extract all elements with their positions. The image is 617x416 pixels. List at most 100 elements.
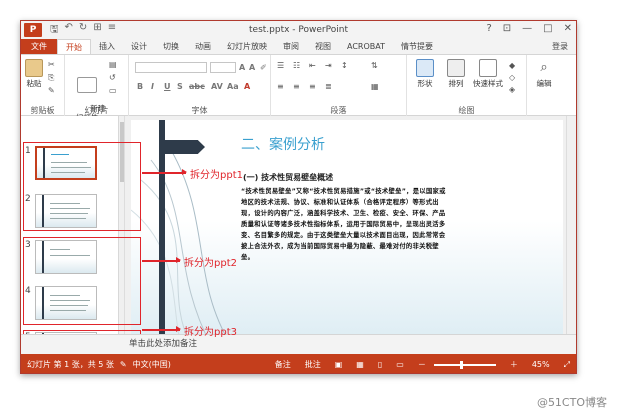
slide-title-flag	[165, 140, 205, 154]
cut-icon[interactable]: ✂	[48, 60, 60, 69]
maximize-button[interactable]: □	[543, 23, 552, 34]
normal-view-icon[interactable]: ▣	[335, 360, 343, 369]
tab-acrobat[interactable]: ACROBAT	[339, 39, 393, 54]
zoom-out-button[interactable]: －	[418, 359, 426, 370]
watermark: @51CTO博客	[536, 396, 607, 409]
notes-pane[interactable]: 单击此处添加备注	[21, 334, 576, 354]
quick-styles-button[interactable]: 快速样式	[471, 59, 505, 88]
tab-home[interactable]: 开始	[57, 39, 91, 54]
tab-view[interactable]: 视图	[307, 39, 339, 54]
section-icon[interactable]: ▭	[109, 86, 121, 95]
slide-scrollbar[interactable]	[566, 116, 576, 354]
align-center-icon[interactable]: ≡	[293, 82, 305, 91]
arrow-ppt3	[142, 326, 181, 332]
slide-counter: 幻灯片 第 1 张，共 5 张	[27, 360, 114, 369]
edit-button[interactable]: ⌕ 编辑	[531, 59, 557, 88]
zoom-level[interactable]: 45%	[532, 360, 550, 369]
justify-icon[interactable]: ≣	[325, 82, 337, 91]
group-box-ppt2	[23, 237, 141, 325]
smartart-icon[interactable]: ▦	[371, 82, 383, 91]
font-color-button[interactable]: A	[244, 82, 250, 91]
increase-indent-icon[interactable]: ⇥	[325, 61, 337, 70]
language-indicator[interactable]: 中文(中国)	[133, 359, 171, 370]
minimize-button[interactable]: —	[522, 23, 532, 34]
help-icon[interactable]: ?	[486, 23, 491, 34]
reading-view-icon[interactable]: ▯	[378, 360, 382, 369]
font-family-select[interactable]	[135, 62, 207, 73]
slide-vertical-bar	[159, 120, 165, 345]
underline-button[interactable]: U	[164, 82, 171, 91]
bullets-icon[interactable]: ☰	[277, 61, 289, 70]
increase-font-icon[interactable]: A	[239, 63, 245, 72]
close-button[interactable]: ✕	[564, 23, 572, 34]
decrease-indent-icon[interactable]: ⇤	[309, 61, 321, 70]
align-left-icon[interactable]: ≡	[277, 82, 289, 91]
layout-icon[interactable]: ▤	[109, 60, 121, 69]
login-link[interactable]: 登录	[552, 41, 568, 52]
copy-icon[interactable]: ⎘	[48, 73, 60, 82]
char-spacing-button[interactable]: AV	[211, 82, 223, 91]
powerpoint-logo-icon: P	[24, 23, 42, 37]
start-from-beginning-icon[interactable]: ⊞	[93, 22, 101, 39]
clear-format-icon[interactable]: ✐	[260, 63, 267, 72]
strikethrough-button[interactable]: abc	[189, 82, 205, 91]
save-icon[interactable]: 🖫	[50, 22, 59, 39]
tab-review[interactable]: 审阅	[275, 39, 307, 54]
line-spacing-icon[interactable]: ↕	[341, 61, 353, 70]
group-clipboard: 粘贴 ✂ ⎘ ✎ 剪贴板	[21, 55, 65, 117]
fit-slide-icon[interactable]: ⤢	[564, 360, 570, 370]
font-label: 字体	[191, 106, 208, 115]
group-font: A A ✐ B I U S abc AV Aa A 字体	[129, 55, 271, 117]
tab-animations[interactable]: 动画	[187, 39, 219, 54]
zoom-slider-thumb[interactable]	[459, 360, 463, 369]
shadow-button[interactable]: S	[177, 82, 183, 91]
zoom-slider[interactable]	[433, 360, 496, 369]
slideshow-icon[interactable]: ▭	[396, 360, 404, 369]
notes-button[interactable]: 备注	[275, 359, 291, 370]
paste-button[interactable]: 粘贴	[24, 59, 44, 88]
change-case-button[interactable]: Aa	[227, 82, 239, 91]
spellcheck-icon[interactable]: ✎	[120, 360, 127, 369]
bold-button[interactable]: B	[137, 82, 143, 91]
ribbon-display-options-icon[interactable]: ⊡	[503, 23, 511, 34]
comments-button[interactable]: 批注	[305, 359, 321, 370]
shape-outline-icon[interactable]: ◇	[509, 73, 521, 82]
slide-title[interactable]: 二、案例分析	[241, 134, 325, 154]
binoculars-icon: ⌕	[535, 59, 553, 77]
tab-storyboarding[interactable]: 情节提要	[393, 39, 441, 54]
customize-qat-icon[interactable]: ≡	[108, 22, 116, 39]
slide-subtitle[interactable]: (一) 技术性贸易壁垒概述	[243, 172, 333, 183]
italic-button[interactable]: I	[151, 82, 154, 91]
tab-design[interactable]: 设计	[123, 39, 155, 54]
arrow-ppt1	[142, 169, 187, 175]
tab-transitions[interactable]: 切换	[155, 39, 187, 54]
zoom-in-button[interactable]: ＋	[510, 359, 518, 370]
shape-fill-icon[interactable]: ◆	[509, 61, 521, 70]
paste-label: 粘贴	[26, 79, 42, 88]
numbering-icon[interactable]: ☷	[293, 61, 305, 70]
group-editing: ⌕ 编辑	[527, 55, 561, 117]
tab-slideshow[interactable]: 幻灯片放映	[219, 39, 275, 54]
slide-body-text[interactable]: “技术性贸易壁垒”又称“技术性贸易措施”或“技术壁垒”，是以国家或地区的技术法规…	[241, 186, 446, 263]
slide-sorter-icon[interactable]: ▦	[356, 360, 364, 369]
tab-file[interactable]: 文件	[21, 39, 57, 54]
quick-styles-label: 快速样式	[473, 79, 503, 88]
shapes-button[interactable]: 形状	[411, 59, 439, 88]
decrease-font-icon[interactable]: A	[249, 63, 255, 72]
format-painter-icon[interactable]: ✎	[48, 86, 60, 95]
edit-label: 编辑	[536, 79, 552, 88]
undo-icon[interactable]: ↶	[65, 22, 73, 39]
quick-styles-icon	[479, 59, 497, 77]
shape-effects-icon[interactable]: ◈	[509, 85, 521, 94]
annotation-ppt2: 拆分为ppt2	[184, 258, 237, 269]
reset-icon[interactable]: ↺	[109, 73, 121, 82]
redo-icon[interactable]: ↻	[79, 22, 87, 39]
tab-insert[interactable]: 插入	[91, 39, 123, 54]
font-size-select[interactable]	[210, 62, 236, 73]
align-right-icon[interactable]: ≡	[309, 82, 321, 91]
arrange-button[interactable]: 排列	[443, 59, 469, 88]
arrange-icon	[447, 59, 465, 77]
slide-canvas[interactable]: 二、案例分析 (一) 技术性贸易壁垒概述 “技术性贸易壁垒”又称“技术性贸易措施…	[131, 120, 563, 345]
text-direction-icon[interactable]: ⇅	[371, 61, 383, 70]
group-paragraph: ☰ ☷ ⇤ ⇥ ↕ ≡ ≡ ≡ ≣ ⇅ ▦ 段落	[271, 55, 407, 117]
